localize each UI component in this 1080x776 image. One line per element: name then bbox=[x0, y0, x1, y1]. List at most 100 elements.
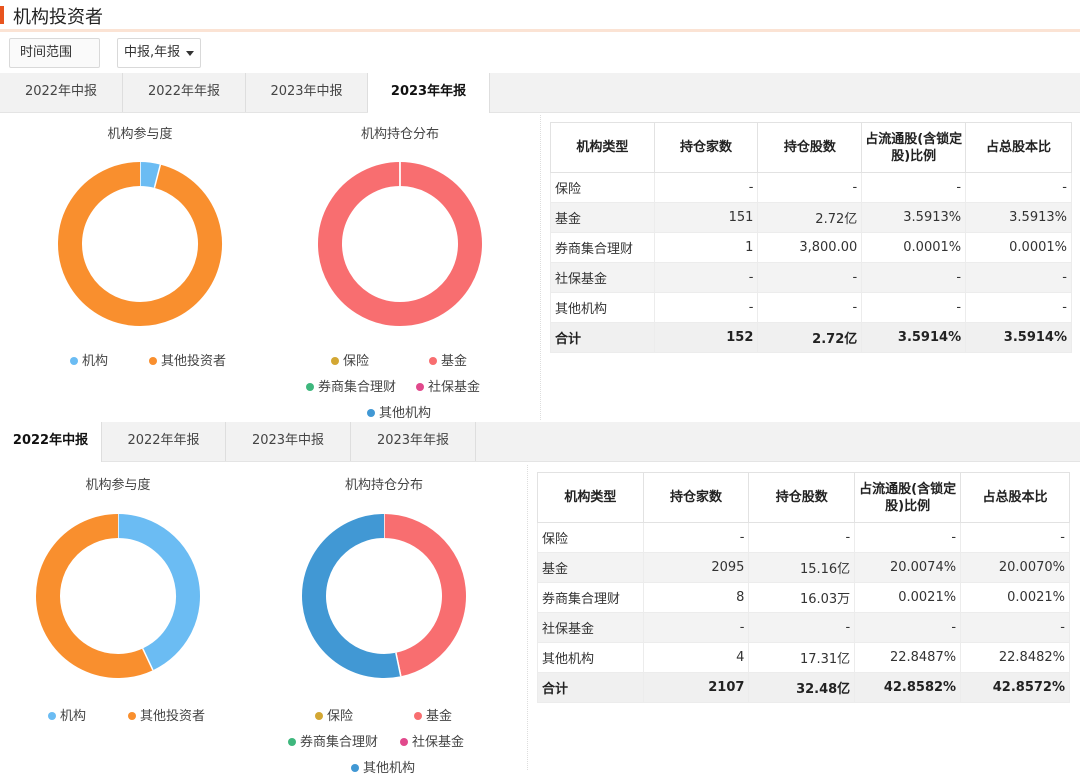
cell-shares: 2.72亿 bbox=[757, 202, 863, 233]
cell-shares: 32.48亿 bbox=[748, 672, 856, 703]
legend-label: 其他投资者 bbox=[161, 354, 227, 369]
legend-label: 其他机构 bbox=[379, 406, 432, 421]
tab-2022-annual[interactable]: 2022年年报 bbox=[102, 422, 226, 461]
legend-item-broker-wealth[interactable]: 券商集合理财 bbox=[288, 731, 378, 750]
cell-float-ratio: 0.0001% bbox=[861, 232, 967, 263]
legend-dot bbox=[331, 357, 339, 365]
tab-2023-annual[interactable]: 2023年年报 bbox=[351, 422, 476, 461]
tab-2023-mid[interactable]: 2023年中报 bbox=[246, 73, 368, 112]
column-header: 持仓家数 bbox=[642, 472, 750, 523]
tab-2022-annual[interactable]: 2022年年报 bbox=[123, 73, 246, 112]
cell-type: 保险 bbox=[550, 172, 655, 203]
cell-count: - bbox=[653, 262, 759, 293]
cell-shares: - bbox=[748, 522, 856, 553]
cell-total-ratio: 22.8482% bbox=[960, 642, 1070, 673]
legend-item-social-security[interactable]: 社保基金 bbox=[416, 376, 480, 395]
cell-shares: - bbox=[757, 172, 863, 203]
legend-item-institution[interactable]: 机构 bbox=[70, 350, 108, 369]
cell-float-ratio: - bbox=[861, 262, 967, 293]
legend-item-social-security[interactable]: 社保基金 bbox=[400, 731, 464, 750]
column-header: 持仓股数 bbox=[748, 472, 856, 523]
table-total-row: 合计 152 2.72亿 3.5914% 3.5914% bbox=[550, 322, 1072, 353]
tab-2022-mid[interactable]: 2022年中报 bbox=[0, 422, 102, 462]
cell-total-ratio: 0.0021% bbox=[960, 582, 1070, 613]
report-type-value: 中报,年报 bbox=[124, 45, 181, 60]
donut-segment[interactable] bbox=[58, 162, 222, 326]
cell-float-ratio: - bbox=[861, 292, 967, 323]
period-tabs-1: 2022年中报 2022年年报 2023年中报 2023年年报 bbox=[0, 73, 1080, 113]
legend-dot bbox=[416, 383, 424, 391]
cell-type: 券商集合理财 bbox=[537, 582, 644, 613]
cell-type: 其他机构 bbox=[537, 642, 644, 673]
cell-total-ratio: - bbox=[965, 292, 1072, 323]
legend-label: 券商集合理财 bbox=[300, 735, 379, 750]
panel-divider bbox=[540, 115, 541, 420]
cell-total-ratio: - bbox=[965, 262, 1072, 293]
legend-dot bbox=[48, 712, 56, 720]
legend-label: 机构 bbox=[82, 354, 109, 369]
distribution-donut-chart bbox=[318, 161, 482, 326]
legend-dot bbox=[128, 712, 136, 720]
chevron-down-icon bbox=[186, 51, 194, 56]
cell-type: 合计 bbox=[550, 322, 655, 353]
table-row: 保险 - - - - bbox=[537, 522, 1070, 553]
time-range-button[interactable]: 时间范围 bbox=[9, 38, 100, 68]
donut-segment[interactable] bbox=[302, 514, 401, 678]
cell-float-ratio: 3.5914% bbox=[861, 322, 967, 353]
legend-label: 其他机构 bbox=[363, 761, 416, 776]
cell-total-ratio: - bbox=[965, 172, 1072, 203]
tab-2022-mid[interactable]: 2022年中报 bbox=[0, 73, 123, 112]
cell-count: - bbox=[653, 172, 759, 203]
donut-segment[interactable] bbox=[36, 514, 153, 678]
table-header-row: 机构类型 持仓家数 持仓股数 占流通股(含锁定股)比例 占总股本比 bbox=[537, 472, 1070, 523]
cell-shares: 17.31亿 bbox=[748, 642, 856, 673]
legend-dot bbox=[367, 409, 375, 417]
donut-segment[interactable] bbox=[383, 514, 466, 677]
column-header: 机构类型 bbox=[550, 122, 655, 173]
cell-total-ratio: 20.0070% bbox=[960, 552, 1070, 583]
legend-item-institution[interactable]: 机构 bbox=[48, 705, 86, 724]
cell-count: - bbox=[642, 612, 750, 643]
legend-dot bbox=[70, 357, 78, 365]
cell-shares: 3,800.00 bbox=[757, 232, 863, 263]
cell-count: 2107 bbox=[642, 672, 750, 703]
cell-float-ratio: - bbox=[854, 522, 962, 553]
legend-item-other-institutions[interactable]: 其他机构 bbox=[351, 757, 415, 776]
legend-item-insurance[interactable]: 保险 bbox=[331, 350, 369, 369]
legend-item-broker-wealth[interactable]: 券商集合理财 bbox=[306, 376, 396, 395]
legend-item-other-institutions[interactable]: 其他机构 bbox=[367, 402, 431, 421]
column-header: 占流通股(含锁定股)比例 bbox=[861, 122, 967, 173]
tab-2023-annual[interactable]: 2023年年报 bbox=[368, 73, 490, 113]
cell-type: 券商集合理财 bbox=[550, 232, 655, 263]
cell-shares: - bbox=[757, 292, 863, 323]
cell-total-ratio: 42.8572% bbox=[960, 672, 1070, 703]
cell-float-ratio: - bbox=[861, 172, 967, 203]
tab-2023-mid[interactable]: 2023年中报 bbox=[226, 422, 351, 461]
section-header: 机构投资者 bbox=[0, 0, 1080, 32]
report-type-select[interactable]: 中报,年报 bbox=[117, 38, 201, 68]
legend-item-fund[interactable]: 基金 bbox=[414, 705, 452, 724]
table-row: 券商集合理财 1 3,800.00 0.0001% 0.0001% bbox=[550, 232, 1072, 263]
legend-item-fund[interactable]: 基金 bbox=[429, 350, 467, 369]
donut-segment[interactable] bbox=[117, 514, 200, 671]
column-header: 持仓股数 bbox=[757, 122, 863, 173]
legend-item-other-investors[interactable]: 其他投资者 bbox=[149, 350, 226, 369]
legend-dot bbox=[315, 712, 323, 720]
distribution-chart-title: 机构持仓分布 bbox=[344, 478, 423, 493]
cell-total-ratio: 3.5914% bbox=[965, 322, 1072, 353]
cell-float-ratio: 20.0074% bbox=[854, 552, 962, 583]
table-header-row: 机构类型 持仓家数 持仓股数 占流通股(含锁定股)比例 占总股本比 bbox=[550, 122, 1072, 173]
cell-count: - bbox=[642, 522, 750, 553]
cell-shares: - bbox=[757, 262, 863, 293]
legend-dot bbox=[149, 357, 157, 365]
header-accent-bar bbox=[0, 6, 4, 24]
legend-item-other-investors[interactable]: 其他投资者 bbox=[128, 705, 205, 724]
legend-dot bbox=[414, 712, 422, 720]
panel-divider bbox=[527, 465, 528, 770]
donut-segment[interactable] bbox=[139, 162, 161, 188]
legend-dot bbox=[306, 383, 314, 391]
table-row: 基金 2095 15.16亿 20.0074% 20.0070% bbox=[537, 552, 1070, 583]
legend-item-insurance[interactable]: 保险 bbox=[315, 705, 353, 724]
cell-total-ratio: 0.0001% bbox=[965, 232, 1072, 263]
donut-segment[interactable] bbox=[318, 162, 482, 326]
